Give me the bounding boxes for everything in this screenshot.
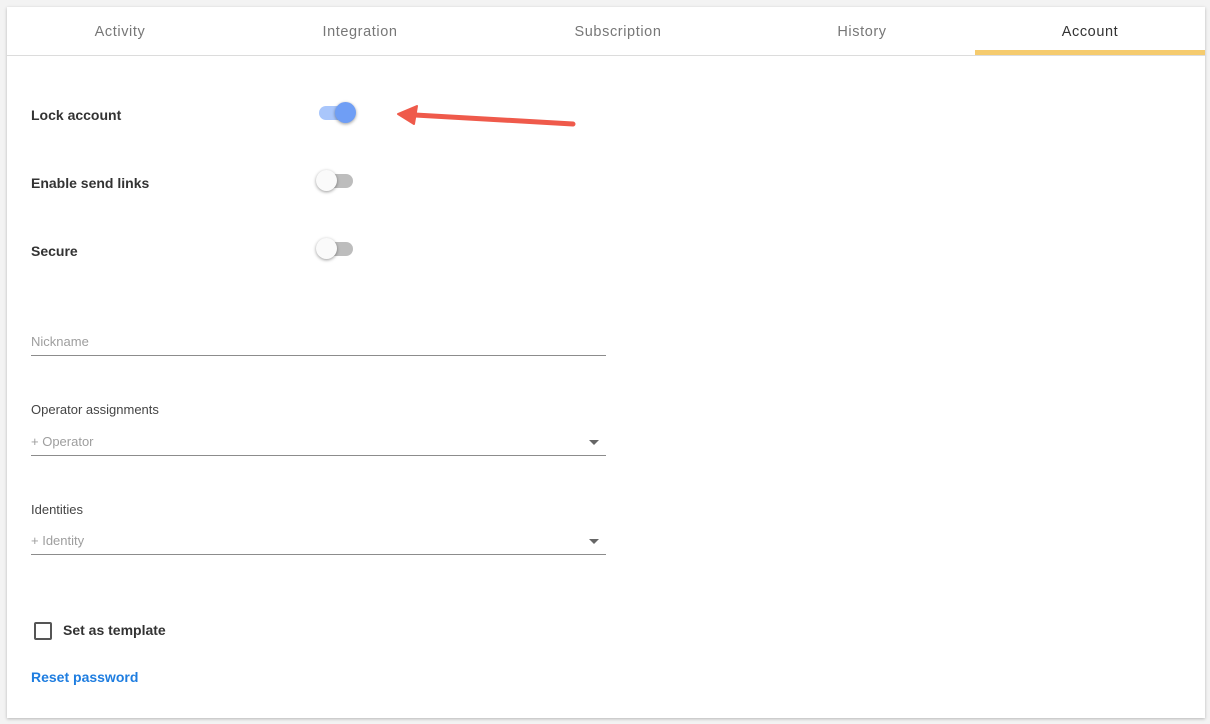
chevron-down-icon[interactable] [589,539,599,544]
chevron-down-icon[interactable] [589,440,599,445]
arrow-head [397,105,418,125]
account-settings-card: Activity Integration Subscription Histor… [7,7,1205,718]
nickname-input[interactable]: Nickname [31,328,606,356]
operator-placeholder: + Operator [31,434,94,449]
reset-password-link[interactable]: Reset password [31,669,138,685]
enable-send-links-toggle[interactable] [313,167,359,193]
identities-label: Identities [31,502,84,517]
tab-activity[interactable]: Activity [7,7,233,56]
tab-history[interactable]: History [749,7,975,56]
tab-bar: Activity Integration Subscription Histor… [7,7,1205,56]
secure-toggle[interactable] [313,235,359,261]
set-as-template-checkbox[interactable] [34,622,52,640]
toggle-thumb [316,170,337,191]
tab-account[interactable]: Account [975,7,1205,56]
annotation-arrow [397,105,576,127]
identity-select[interactable]: + Identity [31,527,606,555]
arrow-shaft [412,112,576,127]
operator-select[interactable]: + Operator [31,428,606,456]
identity-placeholder: + Identity [31,533,85,548]
tab-subscription[interactable]: Subscription [487,7,749,56]
active-tab-indicator [975,50,1205,55]
set-as-template-label[interactable]: Set as template [63,622,166,638]
enable-send-links-label: Enable send links [31,175,150,191]
tab-integration[interactable]: Integration [233,7,487,56]
operator-assignments-label: Operator assignments [31,402,159,417]
toggle-thumb [316,238,337,259]
lock-account-label: Lock account [31,107,122,123]
toggle-thumb [335,102,356,123]
nickname-placeholder: Nickname [31,334,89,349]
lock-account-toggle[interactable] [313,99,359,125]
secure-label: Secure [31,243,78,259]
